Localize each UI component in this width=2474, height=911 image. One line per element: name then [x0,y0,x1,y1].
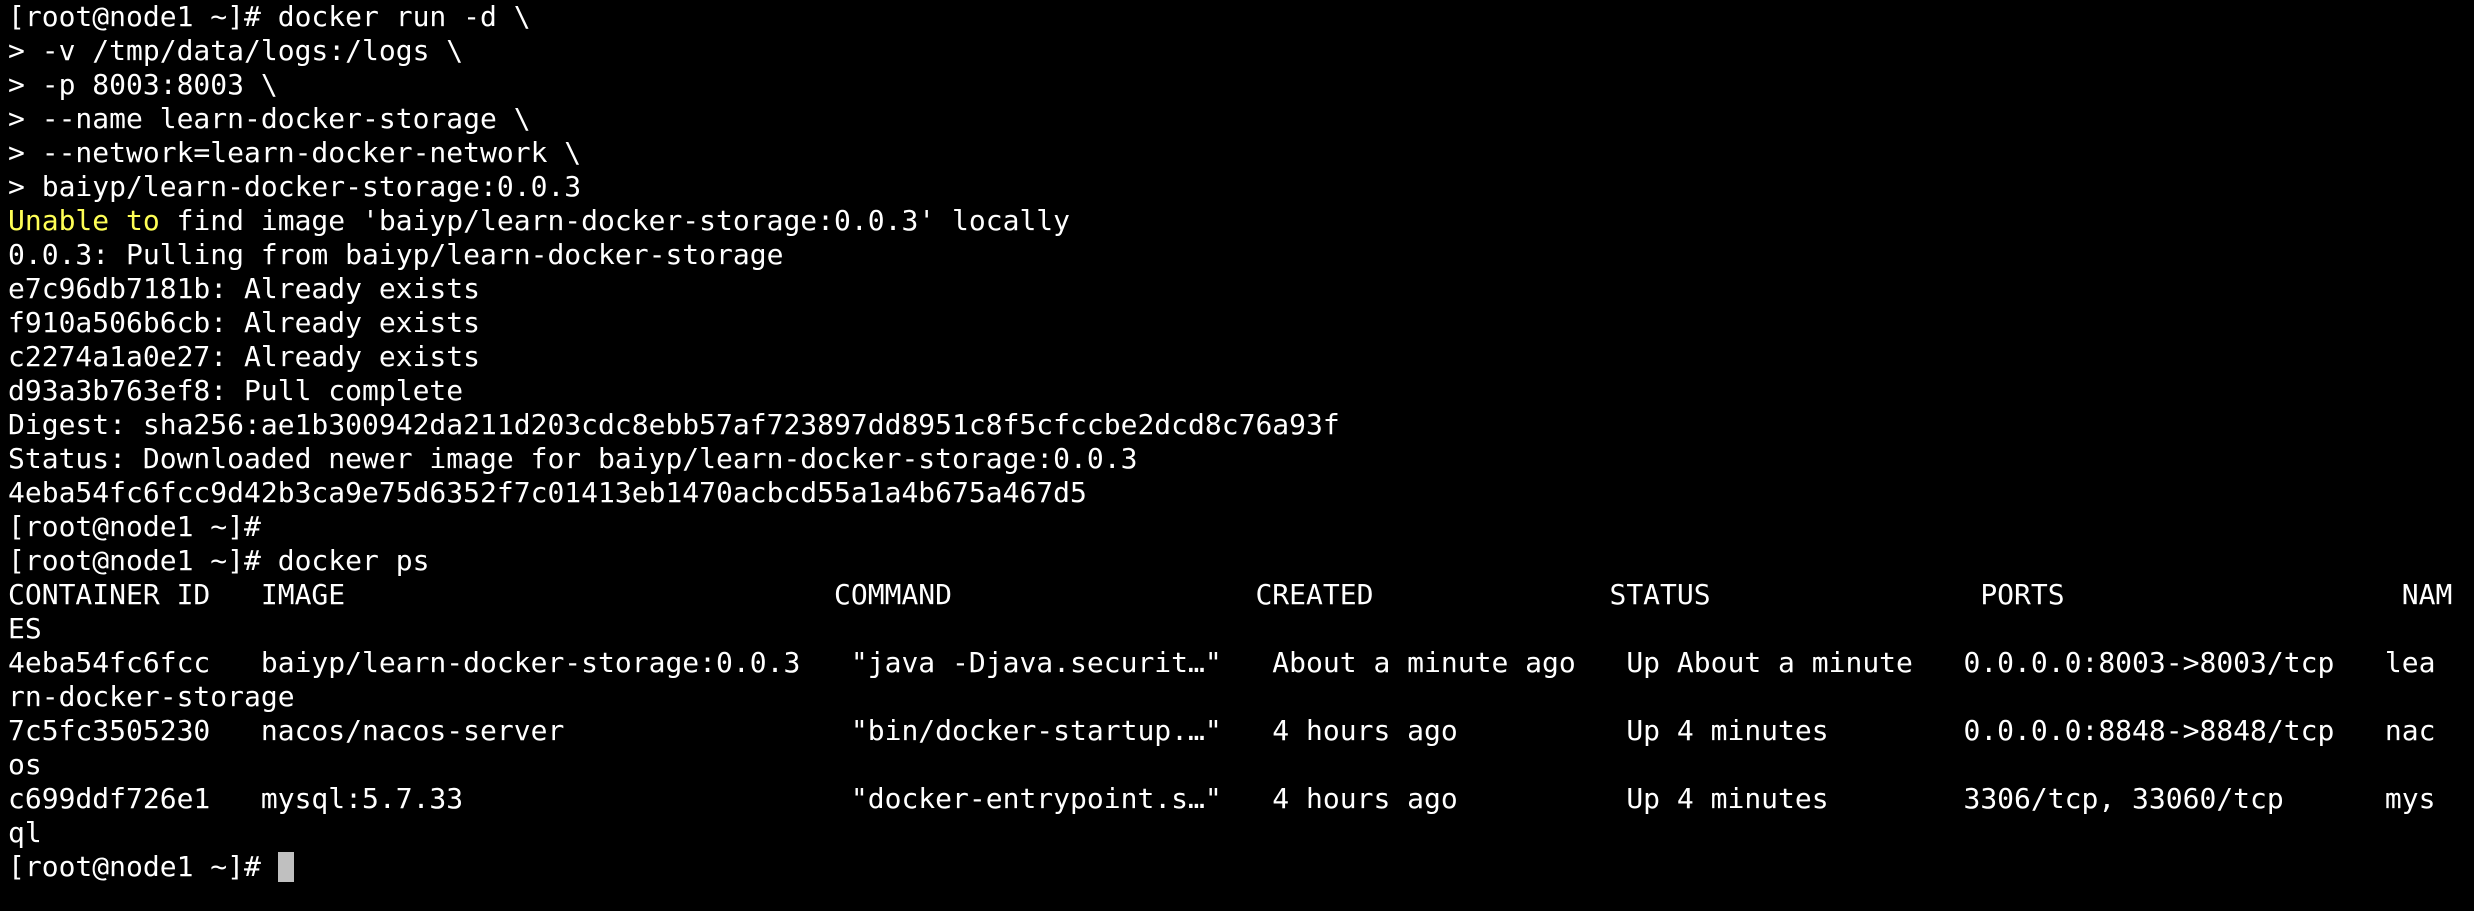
terminal-line: e7c96db7181b: Already exists [8,272,481,305]
terminal-line: c699ddf726e1 mysql:5.7.33 "docker-entryp… [8,782,2436,815]
terminal-line: > baiyp/learn-docker-storage:0.0.3 [8,170,582,203]
terminal-window[interactable]: [root@node1 ~]# docker run -d \ > -v /tmp… [0,0,2474,911]
terminal-line: Status: Downloaded newer image for baiyp… [8,442,1138,475]
shell-prompt: [root@node1 ~]# [8,850,278,883]
terminal-line: [root@node1 ~]# [8,510,261,543]
terminal-line: > -v /tmp/data/logs:/logs \ [8,34,464,67]
terminal-line: [root@node1 ~]# docker ps [8,544,430,577]
terminal-line: Digest: sha256:ae1b300942da211d203cdc8eb… [8,408,1340,441]
terminal-line: Unable to find image 'baiyp/learn-docker… [8,204,2474,238]
terminal-line: ql [8,816,42,849]
terminal-line: ES [8,612,42,645]
highlighted-text: Unable to [8,204,160,237]
terminal-line: > --network=learn-docker-network \ [8,136,582,169]
terminal-line: [root@node1 ~]# docker run -d \ [8,0,531,33]
line-text: find image 'baiyp/learn-docker-storage:0… [159,204,1071,237]
terminal-line: c2274a1a0e27: Already exists [8,340,481,373]
terminal-output: [root@node1 ~]# docker run -d \ > -v /tmp… [8,0,2474,850]
terminal-line: 4eba54fc6fcc9d42b3ca9e75d6352f7c01413eb1… [8,476,1087,509]
terminal-line: > --name learn-docker-storage \ [8,102,531,135]
terminal-line: 0.0.3: Pulling from baiyp/learn-docker-s… [8,238,784,271]
terminal-line: f910a506b6cb: Already exists [8,306,481,339]
text-cursor [277,852,294,882]
terminal-input-line[interactable]: [root@node1 ~]# [8,850,2474,884]
terminal-line: os [8,748,42,781]
terminal-line: CONTAINER ID IMAGE COMMAND CREATED STATU… [8,578,2453,611]
terminal-line: 7c5fc3505230 nacos/nacos-server "bin/doc… [8,714,2436,747]
terminal-line: 4eba54fc6fcc baiyp/learn-docker-storage:… [8,646,2436,679]
terminal-line: d93a3b763ef8: Pull complete [8,374,464,407]
terminal-line: rn-docker-storage [8,680,295,713]
terminal-line: > -p 8003:8003 \ [8,68,278,101]
